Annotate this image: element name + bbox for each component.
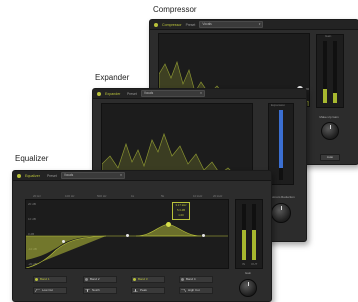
freq-tick: 10 kHz xyxy=(193,194,203,198)
band4-handle[interactable] xyxy=(202,234,205,237)
band2-handle[interactable] xyxy=(126,234,129,237)
freq-tick: 1k xyxy=(131,194,135,198)
makeup-gain-label: Make-Up Gain xyxy=(319,115,339,119)
expander-preset-value: Vocals xyxy=(143,91,154,95)
high-cut-label: High Cut xyxy=(188,288,200,292)
band-3-toggle[interactable]: Band 3 xyxy=(131,276,165,283)
expander-title: Expander xyxy=(95,73,130,82)
chevron-down-icon: ▾ xyxy=(258,22,261,26)
band-tooltip: 3.17 kHz 5.3 dB 1.00 xyxy=(172,202,190,220)
compressor-meter-panel: Gain xyxy=(316,34,344,108)
compressor-header: Compressor Preset Vocals ▾ xyxy=(150,20,358,30)
output-meter xyxy=(252,204,256,260)
freq-tick: 20 Hz xyxy=(33,194,41,198)
low-cut-icon xyxy=(35,289,40,292)
band-1-label: Band 1 xyxy=(40,277,50,281)
compressor-name: Compressor xyxy=(162,22,182,27)
low-cut-label: Low Cut xyxy=(42,288,54,292)
expander-header: Expander Preset Vocals ▾ xyxy=(93,89,306,99)
chevron-down-icon: ▾ xyxy=(200,91,202,95)
peak-icon xyxy=(133,289,138,292)
high-cut-button[interactable]: High Cut xyxy=(179,287,213,294)
chevron-down-icon: ▾ xyxy=(120,173,122,177)
expander-power-icon[interactable] xyxy=(97,91,101,96)
expander-name: Expander xyxy=(105,91,121,96)
maximum-reduction-knob[interactable] xyxy=(271,203,291,223)
band-4-toggle[interactable]: Band 4 xyxy=(179,276,213,283)
equalizer-graph[interactable]: 20 dB 10 dB 0 dB -10 dB -20 dB 3.17 kHz … xyxy=(25,199,229,269)
tooltip-q: 1.00 xyxy=(178,213,184,217)
input-meter xyxy=(242,204,246,260)
auto-button[interactable]: Auto xyxy=(320,154,340,161)
compressor-preset-select[interactable]: Vocals ▾ xyxy=(199,21,264,28)
notch-label: Notch xyxy=(92,288,100,292)
compressor-preset-label: Preset xyxy=(185,22,196,27)
equalizer-name: Equalizer xyxy=(25,173,40,178)
freq-tick: 20 kHz xyxy=(213,194,223,198)
expansion-label: Expansion xyxy=(271,103,286,107)
equalizer-preset-value: Vocals xyxy=(63,173,74,177)
equalizer-meter-panel: IN OUT xyxy=(235,199,263,269)
band-3-label: Band 3 xyxy=(138,277,148,281)
expander-preset-label: Preset xyxy=(127,91,137,96)
compressor-power-icon[interactable] xyxy=(154,22,158,27)
peak-button[interactable]: Peak xyxy=(131,287,165,294)
equalizer-window: Equalizer Preset Vocals ▾ 20 Hz 100 Hz 50… xyxy=(12,170,272,302)
compressor-title: Compressor xyxy=(153,5,197,14)
compressor-gain-label: Gain xyxy=(325,34,332,38)
band1-handle[interactable] xyxy=(62,240,65,243)
low-cut-button[interactable]: Low Cut xyxy=(33,287,67,294)
equalizer-header: Equalizer Preset Vocals ▾ xyxy=(13,171,271,181)
equalizer-title: Equalizer xyxy=(15,154,49,163)
equalizer-power-icon[interactable] xyxy=(17,173,21,178)
peak-label: Peak xyxy=(140,288,147,292)
high-cut-icon xyxy=(181,289,186,292)
eq-gain-knob[interactable] xyxy=(239,279,257,297)
expander-preset-select[interactable]: Vocals ▾ xyxy=(140,90,205,97)
freq-tick: 5k xyxy=(161,194,165,198)
equalizer-preset-label: Preset xyxy=(47,173,57,178)
band-2-label: Band 2 xyxy=(90,277,100,281)
compressor-meter-left xyxy=(323,41,327,103)
meter-out-label: OUT xyxy=(251,262,258,266)
meter-in-label: IN xyxy=(242,262,245,266)
eq-gain-label: Gain xyxy=(244,271,252,275)
freq-tick: 500 Hz xyxy=(97,194,107,198)
band-1-toggle[interactable]: Band 1 xyxy=(33,276,67,283)
notch-button[interactable]: Notch xyxy=(83,287,117,294)
compressor-meter-right xyxy=(333,41,337,103)
band-4-label: Band 4 xyxy=(186,277,196,281)
band-2-toggle[interactable]: Band 2 xyxy=(83,276,117,283)
freq-tick: 100 Hz xyxy=(65,194,75,198)
makeup-gain-knob[interactable] xyxy=(321,122,339,140)
expansion-meter xyxy=(279,110,283,180)
notch-icon xyxy=(85,289,90,292)
compressor-preset-value: Vocals xyxy=(202,22,212,26)
band3-handle[interactable] xyxy=(166,222,171,227)
equalizer-preset-select[interactable]: Vocals ▾ xyxy=(60,172,125,179)
